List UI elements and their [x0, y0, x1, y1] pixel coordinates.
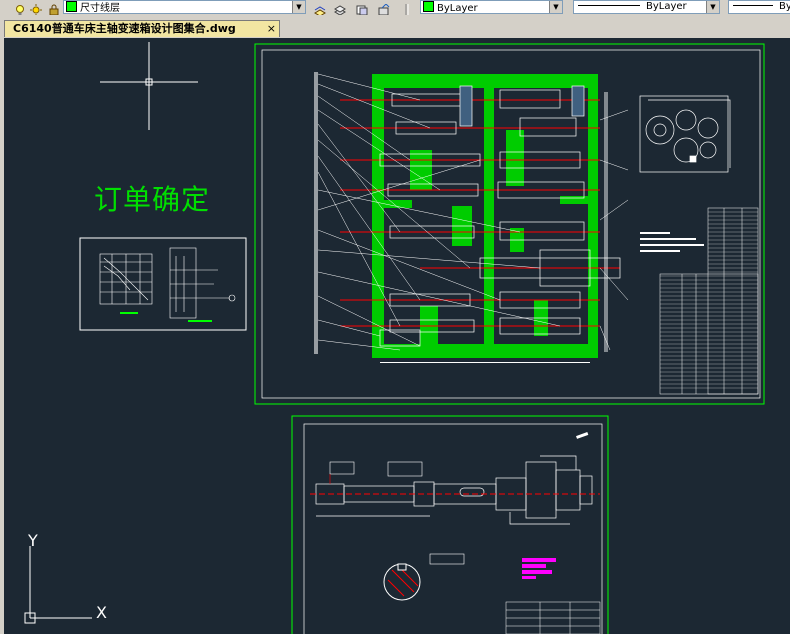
toolbar-grip[interactable]	[404, 1, 410, 16]
main-assembly-sheet	[254, 43, 765, 405]
gearbox-section-view	[639, 95, 731, 173]
canvas-text-annotation: 订单确定	[94, 183, 211, 216]
document-tab-title: C6140普通车床主轴变速箱设计图集合.dwg	[13, 22, 236, 35]
tolerance-frames	[329, 461, 423, 484]
linetype-sample	[578, 5, 640, 6]
close-icon[interactable]: ×	[267, 21, 276, 37]
linetype-dropdown[interactable]: ByLayer ▼	[573, 0, 720, 14]
color-swatch	[423, 1, 434, 12]
layer-previous-icon[interactable]	[378, 1, 390, 16]
color-dropdown[interactable]: ByLayer ▼	[420, 0, 563, 14]
layer-color-swatch	[66, 1, 77, 12]
lock-icon[interactable]	[48, 1, 60, 16]
properties-toolbar: 尺寸线层 ▼ ByLayer ▼ ByLayer ▼ By	[0, 0, 790, 17]
technical-notes	[640, 232, 704, 252]
lineweight-sample	[733, 5, 773, 6]
make-current-layer-icon[interactable]	[314, 1, 326, 17]
layer-name: 尺寸线层	[80, 3, 120, 14]
drawing-canvas[interactable]: Y X 订单确定	[4, 38, 790, 634]
layer-on-bulb-icon[interactable]	[14, 1, 26, 16]
title-block	[505, 601, 601, 634]
ucs-y-label: Y	[27, 531, 38, 550]
layer-states-icon[interactable]	[356, 1, 368, 16]
chevron-down-icon[interactable]: ▼	[706, 1, 719, 13]
color-value: ByLayer	[437, 3, 478, 14]
layer-dropdown[interactable]: 尺寸线层 ▼	[63, 0, 306, 14]
chevron-down-icon[interactable]: ▼	[549, 1, 562, 13]
gears-and-bearings	[379, 85, 621, 347]
gearbox-casing	[372, 74, 598, 358]
section-view	[383, 553, 465, 601]
ucs-icon: Y X	[24, 531, 107, 624]
freeze-sun-icon[interactable]	[30, 1, 42, 16]
layer-manager-icon[interactable]	[334, 1, 346, 16]
document-tab-bar: C6140普通车床主轴变速箱设计图集合.dwg ×	[0, 15, 790, 38]
shaft-part-sheet	[291, 415, 609, 634]
crosshair-cursor	[100, 42, 198, 130]
lineweight-dropdown[interactable]: By	[728, 0, 790, 14]
note-block	[522, 558, 556, 579]
ucs-x-label: X	[96, 603, 107, 622]
small-drawing-sheet	[79, 237, 247, 331]
document-tab[interactable]: C6140普通车床主轴变速箱设计图集合.dwg ×	[4, 20, 280, 37]
shaft-outline	[315, 455, 593, 525]
linetype-value: ByLayer	[646, 1, 687, 12]
chevron-down-icon[interactable]: ▼	[292, 1, 305, 13]
drawing-viewport: Y X	[24, 42, 765, 634]
lineweight-value: By	[779, 1, 790, 12]
